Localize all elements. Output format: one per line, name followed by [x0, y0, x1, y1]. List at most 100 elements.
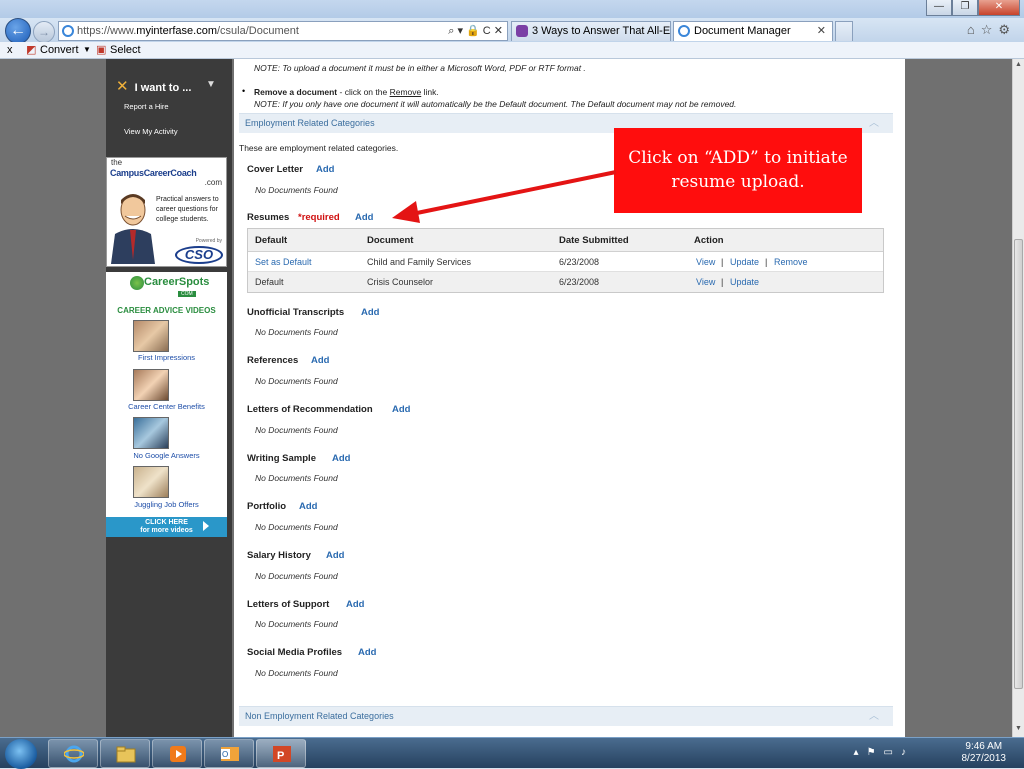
video-thumbnail[interactable]	[133, 320, 169, 352]
view-link[interactable]: View	[696, 257, 715, 267]
add-recommendation-link[interactable]: Add	[392, 404, 410, 415]
remove-instruction-link[interactable]: Remove	[390, 87, 422, 97]
show-hidden-icons-icon[interactable]: ▴	[854, 747, 867, 758]
scroll-up-icon[interactable]: ▲	[1014, 61, 1023, 68]
report-a-hire-link[interactable]: Report a Hire	[124, 102, 169, 111]
video-thumbnail[interactable]	[133, 417, 169, 449]
remove-end: link.	[421, 87, 439, 97]
remove-link[interactable]: Remove	[774, 257, 808, 267]
careerspots-logo-sub: COM	[178, 291, 196, 297]
close-cmdbar-icon[interactable]: x	[7, 42, 13, 58]
video-thumbnail[interactable]	[133, 369, 169, 401]
address-controls[interactable]: ⌕ ▾ 🔒 C ✕	[448, 22, 503, 40]
page-scrollbar[interactable]: ▲ ▼	[1012, 59, 1024, 737]
i-want-label: I want to ...	[134, 82, 192, 94]
add-resume-link[interactable]: Add	[355, 212, 373, 223]
favorites-star-icon[interactable]: ☆	[981, 22, 999, 37]
add-social-media-link[interactable]: Add	[358, 647, 376, 658]
video-thumbnail[interactable]	[133, 466, 169, 498]
action-center-flag-icon[interactable]: ⚑	[867, 747, 884, 758]
video-caption-career-center-benefits[interactable]: Career Center Benefits	[106, 402, 227, 411]
collapse-chevron-icon[interactable]: ︿	[869, 114, 879, 133]
collapse-chevron-icon[interactable]: ︿	[869, 707, 879, 726]
table-row: Set as Default Child and Family Services…	[248, 252, 883, 272]
remove-bold: Remove a document	[254, 87, 338, 97]
no-documents-text: No Documents Found	[255, 571, 338, 581]
video-caption-juggling-job-offers[interactable]: Juggling Job Offers	[106, 500, 227, 509]
letters-of-recommendation-title: Letters of Recommendation	[247, 404, 373, 415]
yahoo-icon	[516, 25, 528, 37]
network-icon[interactable]: ▭	[884, 747, 901, 758]
back-button[interactable]: ←	[5, 18, 31, 44]
update-link[interactable]: Update	[730, 257, 759, 267]
employment-header-label: Employment Related Categories	[245, 118, 375, 128]
col-header-date: Date Submitted	[559, 235, 629, 246]
powerpoint-icon: P	[273, 746, 291, 762]
letters-of-support-title: Letters of Support	[247, 599, 330, 610]
update-link[interactable]: Update	[730, 277, 759, 287]
scroll-down-icon[interactable]: ▼	[1014, 725, 1023, 732]
add-portfolio-link[interactable]: Add	[299, 501, 317, 512]
taskbar-windows-explorer[interactable]	[100, 739, 150, 768]
add-salary-history-link[interactable]: Add	[326, 550, 344, 561]
view-my-activity-link[interactable]: View My Activity	[124, 127, 178, 136]
set-as-default-link[interactable]: Set as Default	[255, 257, 312, 267]
internet-explorer-icon	[64, 745, 84, 763]
view-link[interactable]: View	[696, 277, 715, 287]
tab-3-ways[interactable]: 3 Ways to Answer That All-Enc...	[511, 21, 671, 41]
add-writing-sample-link[interactable]: Add	[332, 453, 350, 464]
action-separator: |	[721, 277, 724, 287]
taskbar-media-player[interactable]	[152, 739, 202, 768]
minimize-button[interactable]: —	[926, 0, 952, 16]
careerspots-panel: CareerSpots COM CAREER ADVICE VIDEOS Fir…	[106, 272, 227, 537]
scrollbar-thumb[interactable]	[1014, 239, 1023, 689]
settings-gear-icon[interactable]: ⚙	[998, 22, 1016, 37]
select-button[interactable]: Select	[110, 42, 141, 58]
taskbar-internet-explorer[interactable]	[48, 739, 98, 768]
more-videos-button[interactable]: CLICK HERE for more videos	[106, 517, 227, 537]
home-icon[interactable]: ⌂	[967, 22, 981, 37]
default-label: Default	[255, 277, 284, 287]
date-submitted: 6/23/2008	[559, 277, 600, 287]
window-titlebar: — ❐ ✕	[0, 0, 1024, 18]
no-documents-text: No Documents Found	[255, 185, 338, 195]
address-bar[interactable]: https://www.myinterfase.com/csula/Docume…	[58, 21, 508, 41]
add-cover-letter-link[interactable]: Add	[316, 164, 334, 175]
campus-career-coach-ad[interactable]: the CampusCareerCoach .com Practical ans…	[106, 157, 227, 267]
taskbar-outlook[interactable]: O	[204, 739, 254, 768]
taskbar-clock[interactable]: 9:46 AM 8/27/2013	[962, 741, 1007, 765]
no-documents-text: No Documents Found	[255, 522, 338, 532]
system-tray: ▴⚑▭♪	[854, 747, 914, 758]
add-references-link[interactable]: Add	[311, 355, 329, 366]
video-caption-first-impressions[interactable]: First Impressions	[106, 353, 227, 362]
add-letters-of-support-link[interactable]: Add	[346, 599, 364, 610]
folder-icon	[116, 746, 136, 763]
ie-icon	[62, 25, 74, 37]
new-tab-button[interactable]	[835, 21, 853, 41]
chevron-down-icon[interactable]: ▼	[83, 42, 91, 58]
convert-button[interactable]: Convert	[40, 42, 79, 58]
tab-document-manager[interactable]: Document Manager ✕	[673, 21, 833, 41]
non-employment-header-label: Non Employment Related Categories	[245, 711, 394, 721]
i-want-to-menu[interactable]: ✕ I want to ... ▼	[116, 77, 216, 95]
forward-button[interactable]: →	[33, 21, 55, 43]
close-window-button[interactable]: ✕	[978, 0, 1020, 16]
page-right-margin	[905, 59, 1012, 737]
clock-time: 9:46 AM	[965, 741, 1003, 752]
careerspots-logo[interactable]: CareerSpots COM	[128, 274, 209, 298]
document-name: Crisis Counselor	[367, 277, 434, 287]
upload-format-note: NOTE: To upload a document it must be in…	[254, 63, 586, 73]
restore-button[interactable]: ❐	[952, 0, 978, 16]
windows-taskbar: O P ▴⚑▭♪ 9:46 AM 8/27/2013	[0, 737, 1024, 769]
non-employment-categories-header[interactable]: Non Employment Related Categories ︿	[239, 706, 893, 726]
taskbar-powerpoint[interactable]: P	[256, 739, 306, 768]
add-transcripts-link[interactable]: Add	[361, 307, 379, 318]
globe-icon	[130, 276, 144, 290]
play-arrow-icon	[203, 521, 209, 531]
volume-icon[interactable]: ♪	[901, 747, 914, 758]
close-tab-icon[interactable]: ✕	[817, 22, 826, 40]
browser-toolbar-icons: ⌂☆⚙	[967, 22, 1016, 38]
no-documents-text: No Documents Found	[255, 619, 338, 629]
video-caption-no-google-answers[interactable]: No Google Answers	[106, 451, 227, 460]
start-button[interactable]	[5, 739, 37, 769]
